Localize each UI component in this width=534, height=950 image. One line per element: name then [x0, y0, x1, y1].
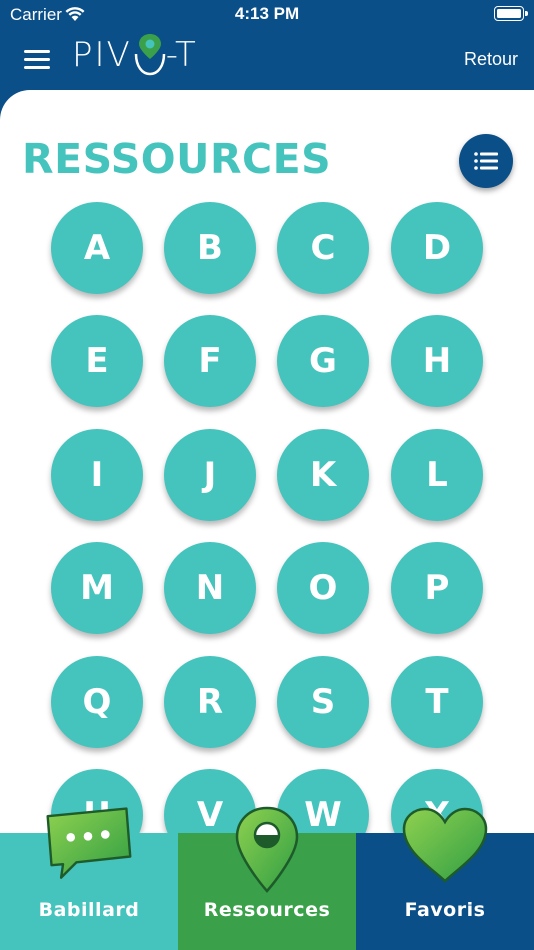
status-time: 4:13 PM — [234, 4, 300, 23]
letter-button-l[interactable]: L — [391, 429, 483, 521]
map-pin-icon — [235, 806, 299, 893]
tab-label-babillard: Babillard — [38, 899, 140, 921]
letter-button-o[interactable]: O — [277, 542, 369, 634]
letter-button-i[interactable]: I — [51, 429, 143, 521]
letter-button-p[interactable]: P — [391, 542, 483, 634]
navigation-bar: PIV -T Retour — [0, 30, 534, 90]
list-icon — [474, 152, 498, 170]
letter-button-e[interactable]: E — [51, 315, 143, 407]
tab-favoris[interactable]: Favoris — [356, 807, 534, 950]
letter-button-b[interactable]: B — [164, 202, 256, 294]
tab-babillard[interactable]: Babillard — [0, 807, 178, 950]
logo-text-left: PIV — [72, 35, 132, 75]
letter-button-m[interactable]: M — [51, 542, 143, 634]
heart-icon — [402, 807, 488, 883]
page-title: RESSOURCES — [22, 135, 332, 183]
tab-ressources[interactable]: Ressources — [178, 806, 356, 950]
pivot-logo: PIV -T — [72, 30, 196, 80]
tab-label-favoris: Favoris — [404, 899, 486, 921]
letter-button-s[interactable]: S — [277, 656, 369, 748]
tab-bar: Babillard Ressources Favoris — [0, 806, 534, 950]
letter-button-h[interactable]: H — [391, 315, 483, 407]
letter-button-r[interactable]: R — [164, 656, 256, 748]
letter-button-n[interactable]: N — [164, 542, 256, 634]
list-view-button[interactable] — [459, 134, 513, 188]
letter-button-c[interactable]: C — [277, 202, 369, 294]
letter-grid: ABCDEFGHIJKLMNOPQRSTUVWX — [0, 90, 534, 833]
back-button[interactable]: Retour — [464, 49, 518, 70]
logo-pin-icon — [134, 34, 166, 76]
letter-button-f[interactable]: F — [164, 315, 256, 407]
content-area: ABCDEFGHIJKLMNOPQRSTUVWX RESSOURCES — [0, 90, 534, 833]
tab-label-ressources: Ressources — [203, 899, 331, 921]
letter-button-a[interactable]: A — [51, 202, 143, 294]
letter-button-d[interactable]: D — [391, 202, 483, 294]
logo-text-right: -T — [165, 35, 196, 75]
letter-button-g[interactable]: G — [277, 315, 369, 407]
letter-button-k[interactable]: K — [277, 429, 369, 521]
letter-button-t[interactable]: T — [391, 656, 483, 748]
battery-icon — [494, 6, 528, 21]
status-bar: Carrier 4:13 PM — [0, 0, 534, 30]
letter-button-j[interactable]: J — [164, 429, 256, 521]
chat-bubble-icon — [46, 807, 132, 879]
letter-button-q[interactable]: Q — [51, 656, 143, 748]
hamburger-menu-icon[interactable] — [24, 50, 50, 70]
